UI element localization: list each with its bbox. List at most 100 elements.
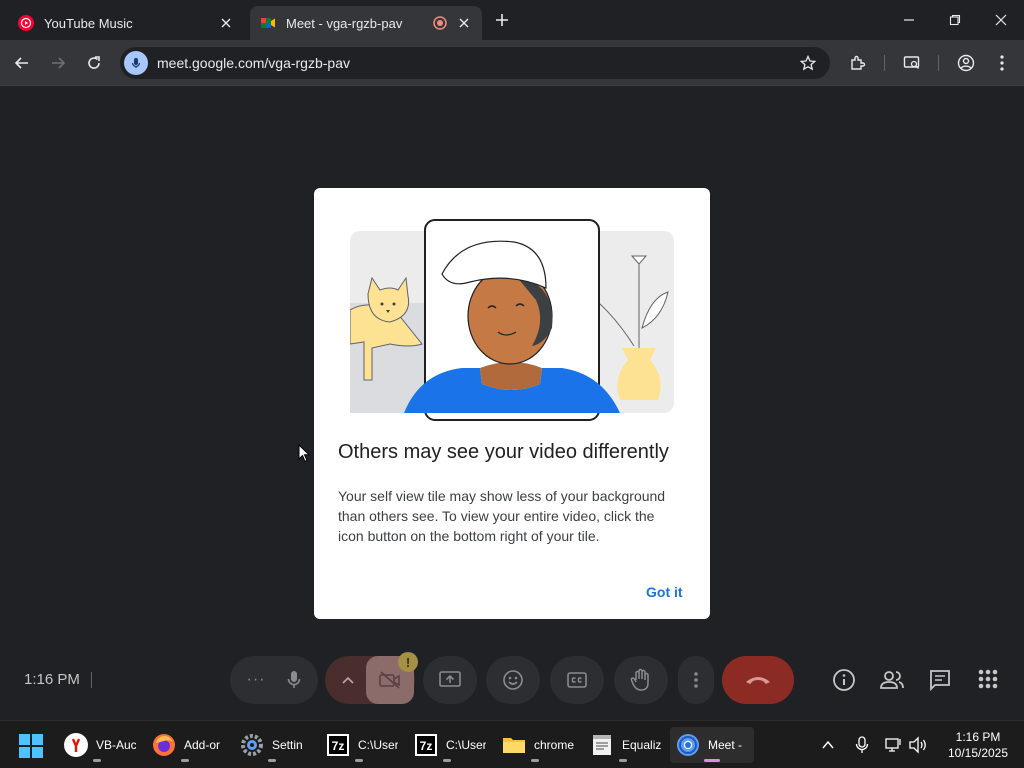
running-indicator — [531, 759, 539, 762]
running-indicator — [619, 759, 627, 762]
reactions-button[interactable] — [486, 656, 540, 704]
show-hidden-icons-chevron[interactable] — [820, 737, 836, 753]
dialog-body-text: Your self view tile may show less of you… — [338, 488, 666, 544]
network-icon[interactable] — [884, 735, 904, 755]
url-text: meet.google.com/vga-rgzb-pav — [157, 55, 350, 71]
bookmark-star-icon[interactable] — [798, 53, 818, 73]
warning-badge-icon: ! — [398, 652, 418, 672]
toolbar-separator — [938, 55, 939, 71]
toolbar-separator — [884, 55, 885, 71]
recording-icon — [432, 15, 448, 31]
person-illustration — [404, 219, 620, 421]
svg-text:7z: 7z — [420, 739, 433, 753]
taskbar-app-chrome-meet[interactable]: Meet - — [670, 727, 754, 763]
tab-title: Meet - vga-rgzb-pav — [286, 15, 403, 31]
system-clock[interactable]: 1:16 PM 10/15/2025 — [938, 729, 1018, 761]
captions-button[interactable] — [550, 656, 604, 704]
running-indicator — [268, 759, 276, 762]
more-dots-icon: ··· — [246, 671, 266, 688]
taskbar-app-7zip-1[interactable]: 7z C:\User — [320, 727, 398, 763]
taskbar-app-label: Settin — [272, 738, 303, 752]
new-tab-button[interactable] — [490, 8, 514, 32]
notepad-icon — [593, 735, 611, 755]
clock-date: 10/15/2025 — [947, 746, 1009, 760]
chat-icon[interactable] — [928, 668, 952, 692]
taskbar-app-label: chrome — [534, 738, 574, 752]
raise-hand-icon — [630, 668, 649, 691]
taskbar-app-label: VB-Auc — [96, 738, 136, 752]
taskbar-app-label: Meet - — [708, 738, 743, 752]
extensions-icon[interactable] — [846, 51, 870, 75]
microphone-tray-icon[interactable] — [854, 735, 870, 755]
microphone-icon[interactable] — [124, 51, 148, 75]
windows-start-icon[interactable] — [18, 733, 44, 759]
7zip-icon: 7z — [327, 734, 349, 756]
settings-icon — [241, 734, 263, 756]
more-vert-icon — [694, 672, 698, 688]
microphone-icon — [288, 671, 301, 688]
tab-youtube-music[interactable]: YouTube Music — [8, 6, 244, 40]
activities-grid-icon[interactable] — [977, 668, 999, 690]
windows-taskbar: VB-Auc Add-or Settin 7z C:\User 7z C:\Us… — [0, 720, 1024, 768]
minimize-button[interactable] — [886, 4, 932, 36]
firefox-icon — [153, 734, 175, 756]
running-indicator — [181, 759, 189, 762]
raise-hand-button[interactable] — [614, 656, 668, 704]
taskbar-app-vb-audio[interactable]: VB-Auc — [58, 727, 136, 763]
emoji-icon — [503, 670, 523, 690]
video-off-icon — [379, 671, 400, 689]
taskbar-app-settings[interactable]: Settin — [234, 727, 310, 763]
taskbar-app-add-or-remove[interactable]: Add-or — [146, 727, 224, 763]
folder-icon — [503, 738, 525, 753]
more-options-button[interactable] — [678, 656, 714, 704]
leave-call-button[interactable] — [722, 656, 794, 704]
taskbar-app-label: C:\User — [358, 738, 398, 752]
taskbar-app-label: Add-or — [184, 738, 221, 752]
close-window-button[interactable] — [978, 4, 1024, 36]
reload-icon[interactable] — [82, 51, 106, 75]
google-meet-icon — [260, 15, 276, 31]
menu-kebab-icon[interactable] — [990, 51, 1014, 75]
forward-arrow-icon[interactable] — [46, 51, 70, 75]
taskbar-app-explorer-chrome[interactable]: chrome — [496, 727, 574, 763]
youtube-music-icon — [18, 15, 34, 31]
tab-title: YouTube Music — [44, 15, 133, 31]
profile-icon[interactable] — [954, 51, 978, 75]
volume-icon[interactable] — [908, 735, 928, 755]
close-tab-icon[interactable] — [218, 15, 234, 31]
audio-options-button[interactable]: ··· — [230, 656, 318, 704]
taskbar-app-equalizer[interactable]: Equaliz — [584, 727, 662, 763]
taskbar-app-7zip-2[interactable]: 7z C:\User — [408, 727, 486, 763]
clock-divider — [91, 672, 92, 688]
self-view-info-dialog: Others may see your video differently Yo… — [314, 188, 710, 619]
present-screen-button[interactable] — [423, 656, 477, 704]
meeting-clock: 1:16 PM — [24, 671, 80, 688]
meeting-details-icon[interactable] — [832, 668, 856, 692]
running-indicator — [443, 759, 451, 762]
svg-text:7z: 7z — [332, 739, 345, 753]
chrome-icon — [677, 734, 699, 756]
end-call-icon — [746, 677, 770, 684]
taskbar-app-label: Equaliz — [622, 738, 662, 752]
mouse-cursor-icon — [298, 444, 310, 463]
got-it-button[interactable]: Got it — [646, 584, 683, 600]
cast-search-icon[interactable] — [900, 51, 924, 75]
address-bar[interactable]: meet.google.com/vga-rgzb-pav — [120, 47, 830, 79]
running-indicator — [93, 759, 101, 762]
people-icon[interactable] — [879, 668, 905, 692]
running-indicator — [355, 759, 363, 762]
browser-tab-strip: YouTube Music Meet - vga-rgzb-pav — [0, 0, 1024, 40]
back-arrow-icon[interactable] — [10, 51, 34, 75]
close-tab-icon[interactable] — [456, 15, 472, 31]
chevron-up-icon — [342, 676, 354, 684]
7zip-icon: 7z — [415, 734, 437, 756]
tab-meet[interactable]: Meet - vga-rgzb-pav — [250, 6, 482, 40]
yandex-icon — [64, 733, 88, 757]
clock-time: 1:16 PM — [955, 730, 1001, 744]
restore-button[interactable] — [932, 4, 978, 36]
active-indicator — [704, 759, 720, 762]
browser-toolbar: meet.google.com/vga-rgzb-pav — [0, 40, 1024, 86]
dialog-title: Others may see your video differently — [338, 441, 669, 463]
closed-captions-icon — [567, 672, 587, 688]
self-view-illustration — [350, 219, 674, 421]
